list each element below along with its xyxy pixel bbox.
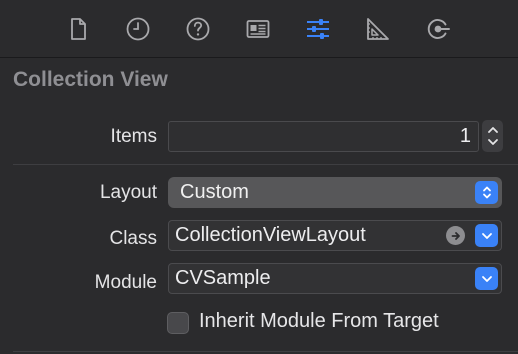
inherit-module-label[interactable]: Inherit Module From Target — [199, 310, 439, 333]
tab-file-inspector[interactable] — [63, 14, 93, 44]
items-label: Items — [110, 126, 157, 147]
arrow-right-circle-icon[interactable] — [446, 226, 465, 245]
module-field[interactable]: CVSample — [168, 263, 502, 294]
tab-connections-inspector[interactable] — [423, 14, 453, 44]
class-dropdown-button[interactable] — [475, 224, 498, 247]
document-icon — [71, 18, 86, 40]
id-card-icon — [246, 20, 270, 38]
clock-icon — [126, 17, 150, 41]
class-field[interactable]: CollectionViewLayout — [168, 220, 502, 251]
up-down-chevron-icon — [475, 181, 498, 204]
chevron-down-icon — [481, 275, 492, 282]
ruler-triangle-icon — [367, 18, 389, 40]
module-value: CVSample — [175, 267, 271, 289]
question-circle-icon — [186, 17, 210, 41]
class-value: CollectionViewLayout — [175, 224, 366, 246]
layout-popup-button[interactable]: Custom — [168, 177, 502, 208]
layout-label: Layout — [99, 182, 157, 203]
divider — [13, 351, 518, 352]
chevron-down-icon[interactable] — [487, 138, 499, 147]
tab-attributes-inspector[interactable] — [303, 14, 333, 44]
connection-arrow-icon — [427, 19, 450, 39]
layout-value: Custom — [180, 181, 249, 203]
inherit-module-checkbox[interactable] — [167, 312, 189, 334]
inspector-tab-bar — [0, 0, 518, 58]
items-field[interactable]: 1 — [168, 121, 479, 152]
chevron-down-icon — [481, 232, 492, 239]
module-label: Module — [94, 272, 157, 293]
divider — [13, 164, 518, 165]
module-dropdown-button[interactable] — [475, 267, 498, 290]
section-title: Collection View — [13, 68, 168, 91]
tab-identity-inspector[interactable] — [243, 14, 273, 44]
tab-size-inspector[interactable] — [362, 14, 392, 44]
chevron-up-icon[interactable] — [487, 125, 499, 134]
tab-history-inspector[interactable] — [123, 14, 153, 44]
sliders-icon — [307, 19, 329, 39]
tab-quick-help[interactable] — [183, 14, 213, 44]
attributes-inspector-panel: Collection View Items 1 Layout Custom Cl… — [0, 0, 518, 354]
items-stepper[interactable] — [482, 120, 503, 152]
class-label: Class — [109, 228, 157, 249]
